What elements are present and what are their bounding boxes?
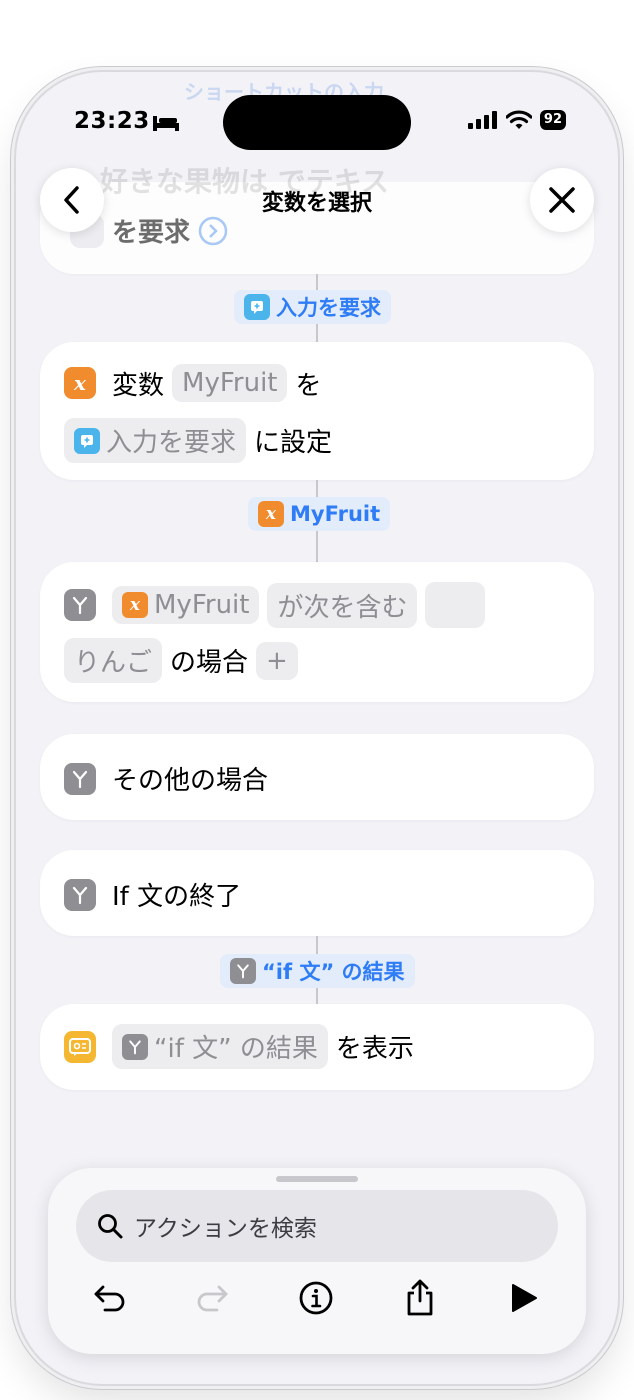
faded-suffix: を要求 <box>112 218 191 248</box>
variable-output-pill[interactable]: x MyFruit <box>248 497 391 531</box>
chevron-left-icon <box>64 186 79 214</box>
variable-value-label: 入力を要求 <box>106 428 237 458</box>
share-icon <box>407 1279 433 1316</box>
show-result-token-label: “if 文” の結果 <box>154 1034 318 1064</box>
show-result-row: “if 文” の結果 を表示 <box>64 1024 414 1069</box>
if-variable-label: MyFruit <box>154 590 250 620</box>
sleep-bed-icon <box>153 116 179 131</box>
ask-input-icon <box>244 294 270 320</box>
back-button[interactable] <box>40 168 104 232</box>
set-variable-prefix: 変数 <box>112 370 165 401</box>
if-branch-icon <box>230 958 256 984</box>
status-time: 23:23 <box>74 108 150 134</box>
battery-indicator: 92 <box>539 110 566 130</box>
if-suffix: の場合 <box>170 648 249 678</box>
action-drawer: アクションを検索 <box>48 1168 586 1354</box>
end-if-label: If 文の終了 <box>112 882 242 912</box>
set-variable-particle: を <box>295 370 322 401</box>
if-empty-token[interactable] <box>425 582 486 628</box>
wifi-icon <box>505 110 532 129</box>
if-output-pill[interactable]: “if 文” の結果 <box>220 954 415 988</box>
if-value-token[interactable]: りんご <box>64 638 163 683</box>
close-icon <box>549 187 575 213</box>
info-button[interactable] <box>296 1278 336 1318</box>
variable-output-label: MyFruit <box>290 502 381 526</box>
drawer-grabber[interactable] <box>276 1176 358 1182</box>
variable-name-token[interactable]: MyFruit <box>172 364 288 402</box>
otherwise-row: その他の場合 <box>64 760 268 797</box>
show-result-suffix: を表示 <box>335 1034 414 1064</box>
show-result-icon <box>64 1030 96 1063</box>
redo-icon <box>197 1285 228 1312</box>
if-card[interactable]: x MyFruit が次を含む りんご の場合 + <box>40 562 594 702</box>
page-title: 変数を選択 <box>261 191 372 216</box>
undo-button[interactable] <box>90 1278 130 1318</box>
search-input[interactable]: アクションを検索 <box>76 1190 558 1262</box>
set-variable-row-2: 入力を要求 に設定 <box>64 418 332 463</box>
status-indicators: 92 <box>467 110 566 130</box>
variable-x-icon: x <box>258 501 284 527</box>
if-variable-token[interactable]: x MyFruit <box>112 586 260 624</box>
otherwise-card[interactable]: その他の場合 <box>40 734 594 820</box>
show-result-token[interactable]: “if 文” の結果 <box>112 1024 328 1069</box>
if-condition-token[interactable]: が次を含む <box>267 582 418 628</box>
if-row-1: x MyFruit が次を含む <box>64 582 486 628</box>
undo-icon <box>94 1285 125 1312</box>
if-add-button[interactable]: + <box>256 641 298 680</box>
ask-output-label: 入力を要求 <box>276 296 381 320</box>
chevron-circle-icon <box>198 216 228 245</box>
variable-x-icon: x <box>122 592 148 618</box>
variable-value-token[interactable]: 入力を要求 <box>64 418 247 463</box>
if-branch-icon <box>64 762 96 795</box>
cellular-signal-icon <box>467 111 497 129</box>
otherwise-label: その他の場合 <box>112 766 269 796</box>
set-variable-card[interactable]: x 変数 MyFruit を 入力を要求 に設定 <box>40 342 594 480</box>
end-if-row: If 文の終了 <box>64 876 241 913</box>
ask-input-icon <box>74 427 100 454</box>
if-branch-icon <box>64 878 96 911</box>
dynamic-island <box>223 95 411 150</box>
redo-button[interactable] <box>192 1278 232 1318</box>
if-output-label: “if 文” の結果 <box>262 960 405 984</box>
share-button[interactable] <box>400 1278 440 1318</box>
magnifier-icon <box>98 1214 123 1239</box>
show-result-card[interactable]: “if 文” の結果 を表示 <box>40 1004 594 1090</box>
if-branch-icon <box>122 1033 148 1060</box>
play-icon <box>512 1284 537 1312</box>
set-variable-suffix: に設定 <box>254 428 333 458</box>
ask-output-pill[interactable]: 入力を要求 <box>234 290 391 324</box>
set-variable-row-1: x 変数 MyFruit を <box>64 364 322 402</box>
if-row-2: りんご の場合 + <box>64 638 298 683</box>
if-branch-icon <box>64 589 96 621</box>
variable-x-icon: x <box>64 367 96 399</box>
phone-screen: ショートカットの入力 23:23 92 好きな果物は でテキス を要求 変数を選… <box>16 72 618 1384</box>
close-button[interactable] <box>530 168 594 232</box>
search-placeholder: アクションを検索 <box>134 1216 317 1242</box>
run-button[interactable] <box>504 1278 544 1318</box>
info-icon <box>299 1281 333 1315</box>
end-if-card[interactable]: If 文の終了 <box>40 850 594 936</box>
editor-toolbar <box>48 1278 586 1318</box>
